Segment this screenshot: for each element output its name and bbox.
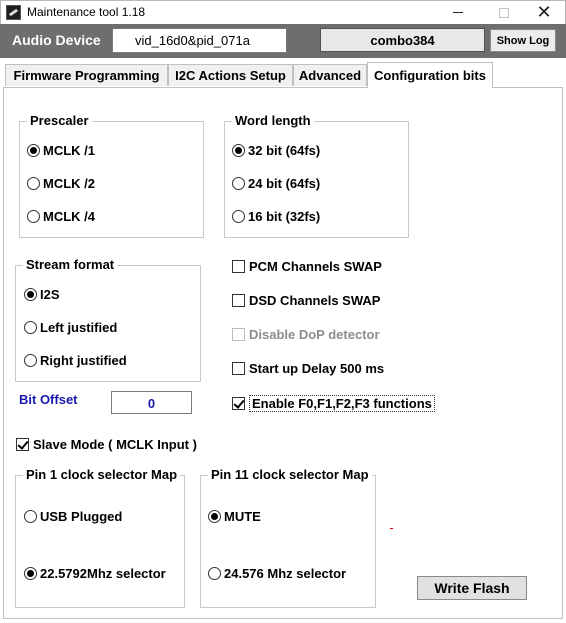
title-bar: Maintenance tool 1.18 ✕ — [0, 0, 566, 24]
stream-format-title: Stream format — [23, 257, 118, 272]
startup-delay-checkbox[interactable]: Start up Delay 500 ms — [232, 361, 384, 376]
slave-mode-checkbox[interactable]: Slave Mode ( MCLK Input ) — [16, 437, 197, 452]
tab-firmware-programming[interactable]: Firmware Programming — [5, 64, 168, 86]
device-bar: Audio Device vid_16d0&pid_071a combo384 … — [0, 24, 566, 58]
checkbox-label: Disable DoP detector — [249, 327, 380, 342]
option-label: MCLK /1 — [43, 143, 95, 158]
radio-icon — [232, 210, 245, 223]
radio-icon — [24, 321, 37, 334]
word-length-option-24bit[interactable]: 24 bit (64fs) — [232, 176, 320, 191]
audio-device-label: Audio Device — [12, 32, 101, 48]
checkbox-label: Enable F0,F1,F2,F3 functions — [249, 395, 435, 412]
option-label: 16 bit (32fs) — [248, 209, 321, 224]
radio-selected-icon — [27, 144, 40, 157]
option-label: I2S — [40, 287, 60, 302]
radio-icon — [208, 567, 221, 580]
write-flash-button[interactable]: Write Flash — [417, 576, 527, 600]
option-label: 24.576 Mhz selector — [224, 566, 347, 581]
option-label: Left justified — [40, 320, 118, 335]
option-label: 32 bit (64fs) — [248, 143, 321, 158]
stream-format-option-left-justified[interactable]: Left justified — [24, 320, 117, 335]
device-status-field: combo384 — [320, 28, 485, 52]
bit-offset-label: Bit Offset — [19, 392, 78, 407]
checkbox-checked-icon — [16, 438, 29, 451]
prescaler-option-mclk2[interactable]: MCLK /2 — [27, 176, 95, 191]
word-length-title: Word length — [232, 113, 314, 128]
window-title: Maintenance tool 1.18 — [27, 5, 146, 19]
radio-icon — [24, 354, 37, 367]
checkbox-checked-icon — [232, 397, 245, 410]
tab-advanced[interactable]: Advanced — [293, 64, 367, 86]
option-label: 24 bit (64fs) — [248, 176, 321, 191]
option-label: USB Plugged — [40, 509, 123, 524]
prescaler-option-mclk1[interactable]: MCLK /1 — [27, 143, 95, 158]
radio-icon — [232, 177, 245, 190]
stream-format-option-right-justified[interactable]: Right justified — [24, 353, 127, 368]
checkbox-icon — [232, 260, 245, 273]
option-label: MCLK /2 — [43, 176, 95, 191]
pin1-clock-map-group: Pin 1 clock selector Map — [15, 467, 185, 608]
disable-dop-detector-checkbox: Disable DoP detector — [232, 327, 380, 342]
dsd-channels-swap-checkbox[interactable]: DSD Channels SWAP — [232, 293, 380, 308]
pin1-option-usb-plugged[interactable]: USB Plugged — [24, 509, 122, 524]
checkbox-label: DSD Channels SWAP — [249, 293, 381, 308]
word-length-option-16bit[interactable]: 16 bit (32fs) — [232, 209, 320, 224]
pcm-channels-swap-checkbox[interactable]: PCM Channels SWAP — [232, 259, 382, 274]
checkbox-label: Slave Mode ( MCLK Input ) — [33, 437, 197, 452]
pin11-clock-map-title: Pin 11 clock selector Map — [208, 467, 372, 482]
radio-selected-icon — [24, 288, 37, 301]
option-label: Right justified — [40, 353, 127, 368]
checkbox-disabled-icon — [232, 328, 245, 341]
tab-i2c-actions-setup[interactable]: I2C Actions Setup — [168, 64, 293, 86]
enable-f-functions-checkbox[interactable]: Enable F0,F1,F2,F3 functions — [232, 395, 435, 412]
minimize-button[interactable] — [435, 1, 481, 24]
stream-format-option-i2s[interactable]: I2S — [24, 287, 60, 302]
device-id-field[interactable]: vid_16d0&pid_071a — [112, 28, 287, 53]
app-icon — [6, 5, 21, 20]
radio-icon — [27, 177, 40, 190]
radio-selected-icon — [208, 510, 221, 523]
checkbox-icon — [232, 294, 245, 307]
radio-selected-icon — [232, 144, 245, 157]
option-label: MUTE — [224, 509, 261, 524]
radio-icon — [27, 210, 40, 223]
minimize-icon — [453, 12, 463, 13]
red-indicator-mark — [390, 528, 393, 529]
prescaler-option-mclk4[interactable]: MCLK /4 — [27, 209, 95, 224]
checkbox-icon — [232, 362, 245, 375]
radio-icon — [24, 510, 37, 523]
tab-configuration-bits[interactable]: Configuration bits — [367, 62, 493, 88]
radio-selected-icon — [24, 567, 37, 580]
close-button[interactable]: ✕ — [521, 1, 566, 24]
show-log-button[interactable]: Show Log — [490, 29, 556, 52]
checkbox-label: Start up Delay 500 ms — [249, 361, 385, 376]
pin11-option-mute[interactable]: MUTE — [208, 509, 261, 524]
option-label: MCLK /4 — [43, 209, 95, 224]
prescaler-title: Prescaler — [27, 113, 92, 128]
pin11-clock-map-group: Pin 11 clock selector Map — [200, 467, 376, 608]
pin1-clock-map-title: Pin 1 clock selector Map — [23, 467, 181, 482]
pin11-option-24-576mhz[interactable]: 24.576 Mhz selector — [208, 566, 346, 581]
word-length-option-32bit[interactable]: 32 bit (64fs) — [232, 143, 320, 158]
checkbox-label: PCM Channels SWAP — [249, 259, 382, 274]
bit-offset-field[interactable]: 0 — [111, 391, 192, 414]
pin1-option-22-5792mhz[interactable]: 22.5792Mhz selector — [24, 566, 166, 581]
close-icon: ✕ — [536, 2, 552, 22]
option-label: 22.5792Mhz selector — [40, 566, 166, 581]
maximize-icon — [499, 7, 509, 18]
